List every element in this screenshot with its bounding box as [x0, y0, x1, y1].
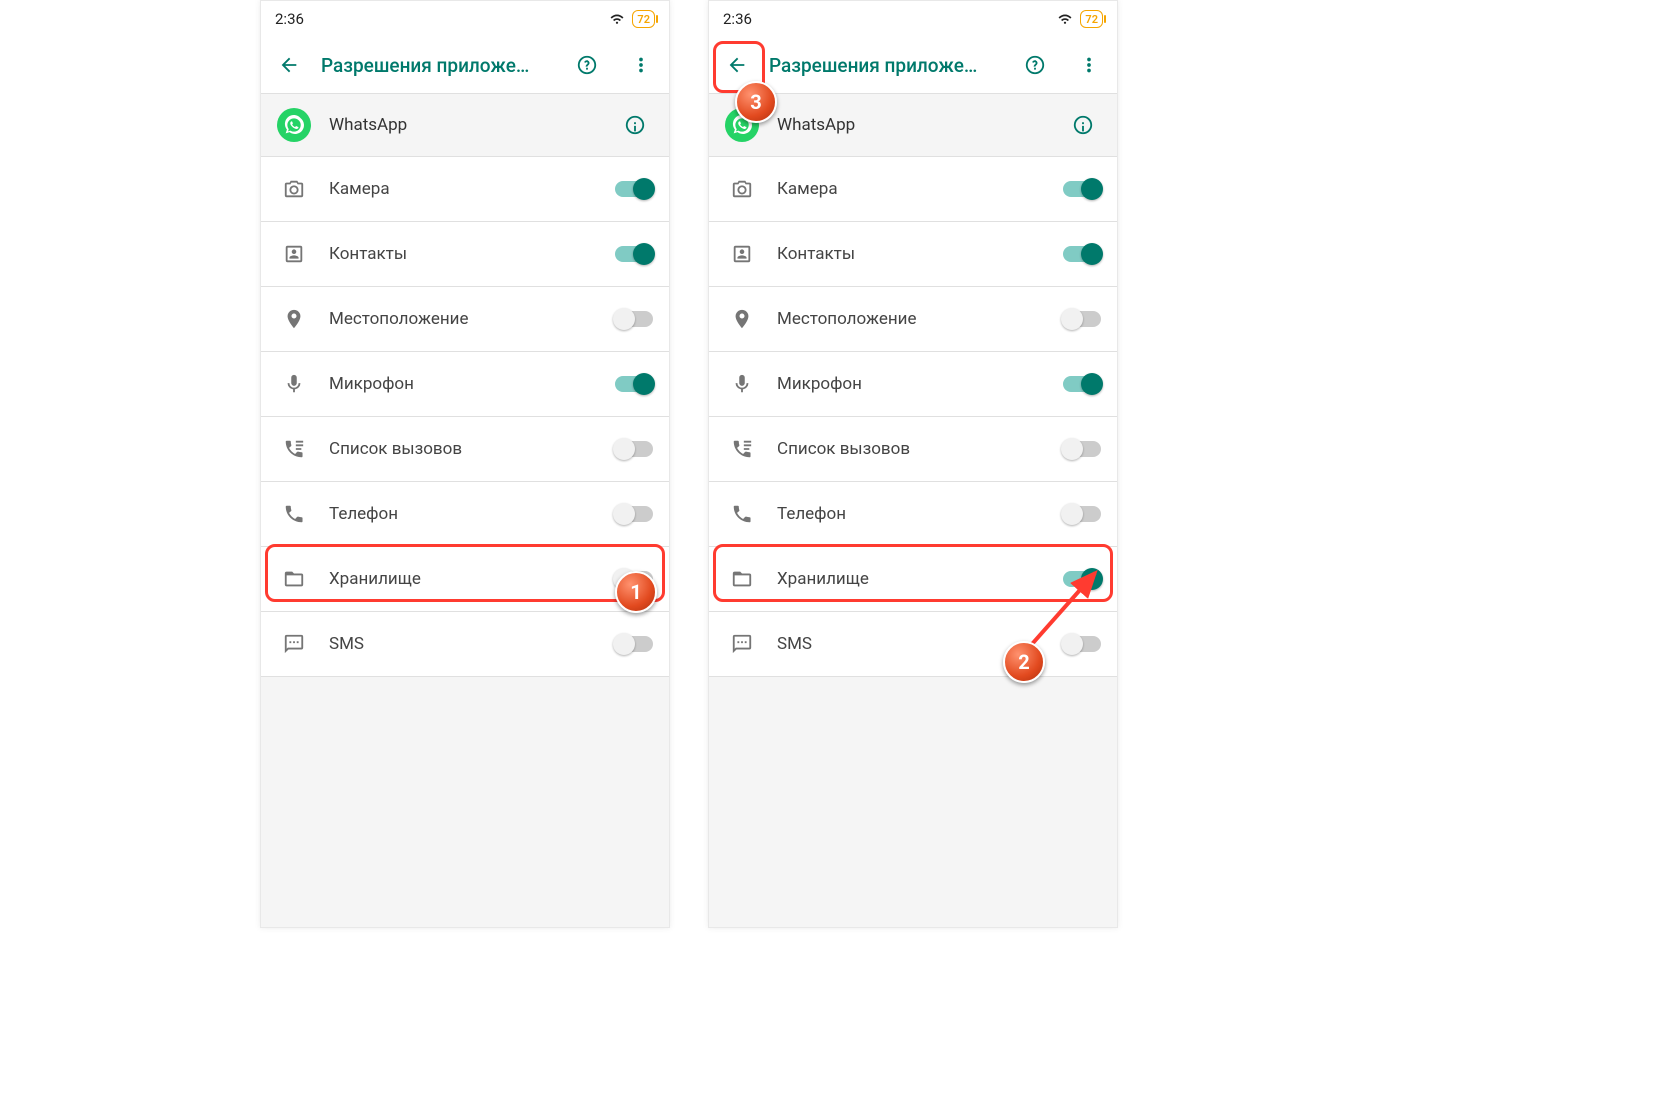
empty-space: [709, 677, 1117, 927]
microphone-icon: [277, 373, 311, 395]
permission-toggle-sms[interactable]: [615, 636, 653, 652]
permission-label: Микрофон: [329, 374, 597, 394]
permission-row-calllog[interactable]: Список вызовов: [261, 417, 669, 482]
location-icon: [277, 308, 311, 330]
status-bar: 2:36 72: [261, 1, 669, 37]
permissions-list: Камера Контакты Местоположение Микрофон Спис…: [709, 157, 1117, 677]
sms-icon: [725, 633, 759, 655]
camera-icon: [725, 178, 759, 200]
permission-row-camera[interactable]: Камера: [709, 157, 1117, 222]
app-name: WhatsApp: [777, 115, 1047, 135]
back-button[interactable]: [271, 47, 307, 83]
toolbar-title: Разрешения приложе…: [769, 54, 999, 77]
permission-label: Местоположение: [777, 309, 1045, 329]
stage: 2:36 72 Разрешения приложе…: [0, 0, 1666, 1096]
contacts-icon: [277, 243, 311, 265]
phone-icon: [725, 503, 759, 525]
permission-row-sms[interactable]: SMS: [261, 612, 669, 677]
location-icon: [725, 308, 759, 330]
toolbar: Разрешения приложе…: [709, 37, 1117, 94]
wifi-icon: [608, 10, 626, 28]
contacts-icon: [725, 243, 759, 265]
app-info-button[interactable]: [617, 107, 653, 143]
permission-label: Хранилище: [777, 569, 1045, 589]
permission-row-microphone[interactable]: Микрофон: [709, 352, 1117, 417]
permission-row-sms[interactable]: SMS: [709, 612, 1117, 677]
permission-toggle-location[interactable]: [1063, 311, 1101, 327]
permission-toggle-phone[interactable]: [615, 506, 653, 522]
app-info-button[interactable]: [1065, 107, 1101, 143]
app-name: WhatsApp: [329, 115, 599, 135]
permission-toggle-camera[interactable]: [615, 181, 653, 197]
permission-row-calllog[interactable]: Список вызовов: [709, 417, 1117, 482]
permission-row-location[interactable]: Местоположение: [261, 287, 669, 352]
permission-row-camera[interactable]: Камера: [261, 157, 669, 222]
permission-label: Список вызовов: [329, 439, 597, 459]
overflow-menu-button[interactable]: [623, 47, 659, 83]
permission-toggle-contacts[interactable]: [615, 246, 653, 262]
overflow-menu-button[interactable]: [1071, 47, 1107, 83]
permission-label: Камера: [777, 179, 1045, 199]
permission-row-storage[interactable]: Хранилище: [261, 547, 669, 612]
permission-row-contacts[interactable]: Контакты: [261, 222, 669, 287]
status-icons: 72: [1050, 10, 1103, 28]
help-button[interactable]: [569, 47, 605, 83]
permission-label: SMS: [777, 634, 1045, 654]
permission-toggle-calllog[interactable]: [615, 441, 653, 457]
permission-toggle-storage[interactable]: [615, 571, 653, 587]
wifi-icon: [1056, 10, 1074, 28]
permission-toggle-location[interactable]: [615, 311, 653, 327]
status-bar: 2:36 72: [709, 1, 1117, 37]
phone-screenshot-2: 2:36 72 Разрешения приложе…: [708, 0, 1118, 928]
clock: 2:36: [275, 10, 304, 28]
permission-label: SMS: [329, 634, 597, 654]
permission-row-contacts[interactable]: Контакты: [709, 222, 1117, 287]
permission-label: Список вызовов: [777, 439, 1045, 459]
toolbar-title: Разрешения приложе…: [321, 54, 551, 77]
permission-row-location[interactable]: Местоположение: [709, 287, 1117, 352]
whatsapp-icon: [725, 108, 759, 142]
permission-toggle-sms[interactable]: [1063, 636, 1101, 652]
permission-toggle-storage[interactable]: [1063, 571, 1101, 587]
calllog-icon: [277, 438, 311, 460]
permission-label: Камера: [329, 179, 597, 199]
permission-toggle-phone[interactable]: [1063, 506, 1101, 522]
whatsapp-icon: [277, 108, 311, 142]
permission-row-microphone[interactable]: Микрофон: [261, 352, 669, 417]
phone-screenshot-1: 2:36 72 Разрешения приложе…: [260, 0, 670, 928]
permission-toggle-microphone[interactable]: [615, 376, 653, 392]
permission-row-phone[interactable]: Телефон: [709, 482, 1117, 547]
toolbar: Разрешения приложе…: [261, 37, 669, 94]
storage-icon: [277, 568, 311, 590]
permission-label: Хранилище: [329, 569, 597, 589]
permission-toggle-microphone[interactable]: [1063, 376, 1101, 392]
battery-indicator: 72: [1080, 10, 1103, 28]
permission-label: Местоположение: [329, 309, 597, 329]
back-button[interactable]: [719, 47, 755, 83]
permissions-list: Камера Контакты Местоположение Микрофон Спис…: [261, 157, 669, 677]
storage-icon: [725, 568, 759, 590]
permission-toggle-camera[interactable]: [1063, 181, 1101, 197]
permission-label: Микрофон: [777, 374, 1045, 394]
camera-icon: [277, 178, 311, 200]
sms-icon: [277, 633, 311, 655]
app-header-row: WhatsApp: [261, 94, 669, 157]
permission-toggle-calllog[interactable]: [1063, 441, 1101, 457]
microphone-icon: [725, 373, 759, 395]
phone-icon: [277, 503, 311, 525]
status-icons: 72: [602, 10, 655, 28]
battery-indicator: 72: [632, 10, 655, 28]
app-header-row: WhatsApp: [709, 94, 1117, 157]
permission-label: Телефон: [777, 504, 1045, 524]
permission-label: Контакты: [777, 244, 1045, 264]
clock: 2:36: [723, 10, 752, 28]
permission-row-phone[interactable]: Телефон: [261, 482, 669, 547]
calllog-icon: [725, 438, 759, 460]
permission-label: Контакты: [329, 244, 597, 264]
permission-toggle-contacts[interactable]: [1063, 246, 1101, 262]
permission-label: Телефон: [329, 504, 597, 524]
permission-row-storage[interactable]: Хранилище: [709, 547, 1117, 612]
help-button[interactable]: [1017, 47, 1053, 83]
empty-space: [261, 677, 669, 927]
